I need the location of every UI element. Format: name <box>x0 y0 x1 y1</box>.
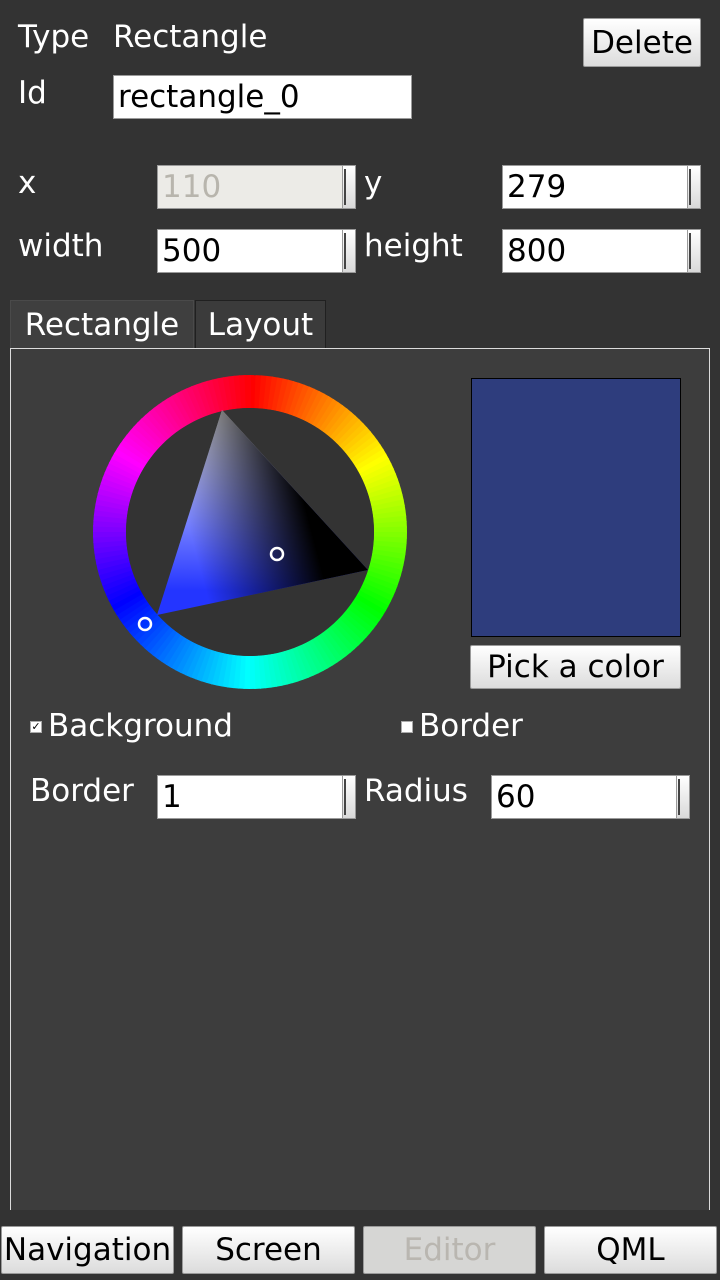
tab-layout[interactable]: Layout <box>195 300 326 349</box>
tab-rectangle[interactable]: Rectangle <box>10 300 194 349</box>
y-spinner[interactable] <box>687 165 701 209</box>
border-checkbox[interactable] <box>401 721 413 733</box>
border-width-spinner[interactable] <box>342 775 356 819</box>
border-checkbox-label: Border <box>419 708 523 744</box>
type-label: Type <box>18 19 90 55</box>
background-checkbox[interactable]: ✓ <box>30 721 42 733</box>
pick-color-button[interactable]: Pick a color <box>470 645 681 689</box>
nav-qml-button[interactable]: QML <box>544 1226 717 1274</box>
color-preview <box>471 378 681 637</box>
color-wheel[interactable] <box>90 372 410 692</box>
width-label: width <box>18 228 104 264</box>
id-label: Id <box>18 75 47 111</box>
id-input[interactable]: rectangle_0 <box>113 75 412 119</box>
nav-editor-button[interactable]: Editor <box>363 1226 536 1274</box>
radius-spinner[interactable] <box>676 775 690 819</box>
y-input[interactable]: 279 <box>502 165 688 209</box>
x-input[interactable]: 110 <box>157 165 343 209</box>
radius-label: Radius <box>364 773 468 809</box>
border-width-label: Border <box>30 773 134 809</box>
y-label: y <box>364 165 383 201</box>
width-input[interactable]: 500 <box>157 229 343 273</box>
x-label: x <box>18 165 37 201</box>
height-input[interactable]: 800 <box>502 229 688 273</box>
radius-input[interactable]: 60 <box>491 775 677 819</box>
nav-navigation-button[interactable]: Navigation <box>1 1226 174 1274</box>
delete-button[interactable]: Delete <box>583 18 701 67</box>
height-label: height <box>364 228 463 264</box>
width-spinner[interactable] <box>342 229 356 273</box>
type-value: Rectangle <box>113 19 268 55</box>
border-width-input[interactable]: 1 <box>157 775 343 819</box>
x-spinner[interactable] <box>342 165 356 209</box>
background-label: Background <box>48 708 233 744</box>
nav-screen-button[interactable]: Screen <box>182 1226 355 1274</box>
height-spinner[interactable] <box>687 229 701 273</box>
